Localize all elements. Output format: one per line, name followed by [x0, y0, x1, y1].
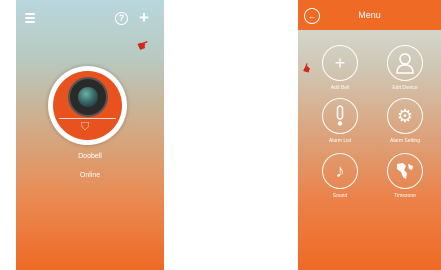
camera-icon [68, 77, 108, 117]
menu-screen: Menu ← + Add Bell Edit Device Alarm List… [298, 0, 441, 270]
device-name: Doobell [78, 153, 102, 160]
menu-item-label: Edit Device [392, 85, 418, 91]
globe-icon [387, 153, 423, 189]
camera-lens [78, 87, 98, 107]
divider [59, 118, 116, 119]
back-icon[interactable]: ← [304, 8, 320, 24]
menu-item-edit-device[interactable]: Edit Device [378, 45, 432, 91]
menu-item-add-bell[interactable]: + Add Bell [313, 45, 367, 91]
camera-thumbnail: ⛉ [53, 71, 122, 140]
user-icon [387, 45, 423, 81]
shield-icon: ⛉ [81, 121, 90, 133]
menu-header: Menu ← [298, 0, 441, 30]
menu-item-label: Alarm List [328, 138, 352, 144]
music-note-icon: ♪ [322, 153, 358, 189]
device-status: Online [79, 172, 101, 179]
add-icon[interactable]: + [139, 9, 149, 26]
menu-item-timezone[interactable]: Timezone [378, 153, 432, 199]
menu-item-alarm-list[interactable]: Alarm List [313, 98, 367, 144]
gear-icon: ⚙ [387, 98, 423, 134]
home-screen: ? + ☛ ⛉ Doobell Online [16, 0, 164, 270]
menu-item-label: Alarm Setting [389, 138, 420, 144]
hand-pointer-icon: ☛ [134, 35, 152, 55]
menu-item-label: Add Bell [330, 85, 350, 91]
menu-item-label: Sound [332, 193, 348, 199]
menu-icon[interactable] [25, 13, 35, 23]
menu-item-alarm-setting[interactable]: ⚙ Alarm Setting [378, 98, 432, 144]
add-icon: + [322, 45, 358, 81]
help-icon[interactable]: ? [115, 12, 128, 25]
menu-item-label: Timezone [394, 193, 416, 199]
menu-item-sound[interactable]: ♪ Sound [313, 153, 367, 199]
alarm-icon [322, 98, 358, 134]
device-camera-button[interactable]: ⛉ [48, 66, 127, 145]
